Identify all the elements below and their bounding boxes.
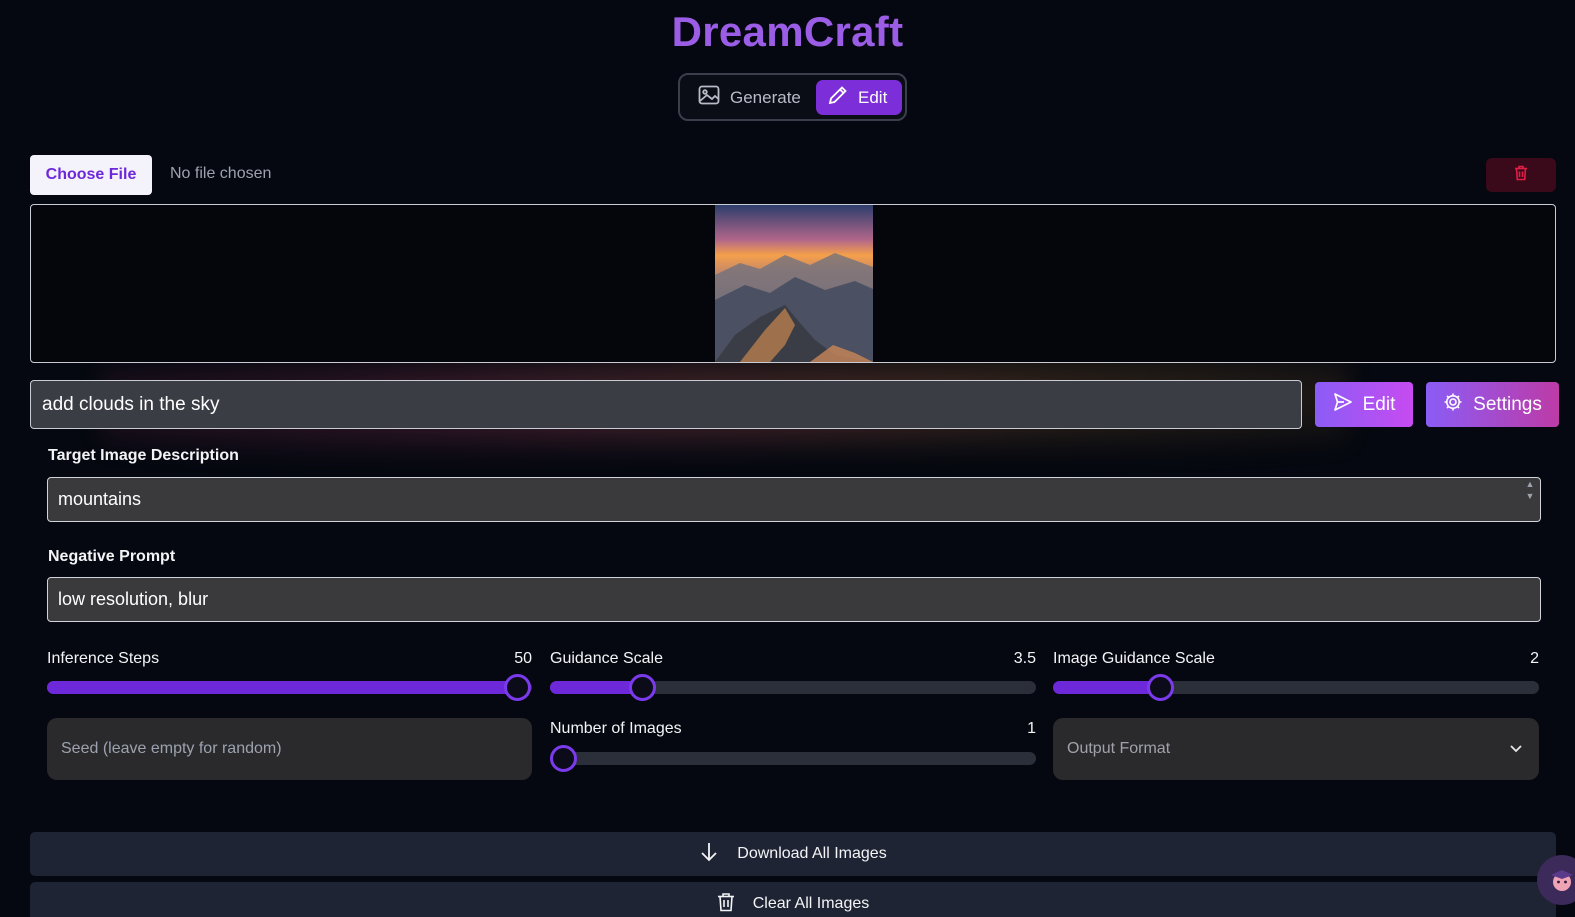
number-of-images-label: Number of Images	[550, 720, 682, 737]
arrow-down-icon	[699, 841, 719, 868]
inference-steps-value: 50	[514, 650, 532, 667]
send-icon	[1333, 392, 1353, 418]
tab-generate-label: Generate	[730, 87, 801, 107]
textarea-scroll-arrows[interactable]: ▲ ▼	[1522, 478, 1538, 518]
image-guidance-scale-thumb[interactable]	[1146, 674, 1174, 701]
image-guidance-scale-slider[interactable]	[1053, 674, 1539, 701]
uploaded-image	[715, 205, 873, 362]
tab-edit-label: Edit	[858, 87, 888, 107]
pencil-icon	[828, 85, 848, 110]
edit-submit-label: Edit	[1362, 393, 1396, 415]
negative-prompt-label: Negative Prompt	[48, 548, 176, 565]
number-of-images-thumb[interactable]	[550, 745, 577, 772]
app-title: DreamCraft	[671, 8, 904, 55]
negative-prompt-field[interactable]	[47, 577, 1541, 622]
image-guidance-scale-fill	[1053, 681, 1160, 694]
clear-all-label: Clear All Images	[752, 895, 870, 912]
inference-steps-label: Inference Steps	[47, 650, 160, 667]
guidance-scale-label: Guidance Scale	[550, 650, 663, 667]
app-root: DreamCraft Generate Edit Choose File No …	[0, 0, 1575, 917]
download-all-label: Download All Images	[737, 845, 887, 862]
target-description-label: Target Image Description	[48, 447, 239, 464]
edit-prompt-input[interactable]	[30, 380, 1302, 429]
gear-icon	[1443, 392, 1463, 418]
image-preview	[30, 204, 1556, 363]
file-status: No file chosen	[170, 165, 272, 182]
tab-generate[interactable]: Generate	[686, 80, 810, 115]
download-all-button[interactable]: Download All Images	[30, 832, 1556, 876]
edit-submit-button[interactable]: Edit	[1315, 382, 1413, 427]
choose-file-button[interactable]: Choose File	[30, 155, 152, 195]
image-guidance-scale-label: Image Guidance Scale	[1053, 650, 1215, 667]
settings-button[interactable]: Settings	[1426, 382, 1559, 427]
mode-switch: Generate Edit	[678, 73, 907, 121]
image-guidance-scale-value: 2	[1530, 650, 1539, 667]
guidance-scale-slider[interactable]	[550, 674, 1036, 701]
clear-all-button[interactable]: Clear All Images	[30, 882, 1556, 917]
output-format-placeholder: Output Format	[1067, 740, 1171, 757]
inference-steps-fill	[47, 681, 518, 694]
tab-edit[interactable]: Edit	[816, 80, 902, 115]
chevron-down-icon	[1509, 740, 1523, 758]
target-description-field[interactable]	[47, 477, 1541, 522]
inference-steps-slider[interactable]	[47, 674, 532, 701]
output-format-select[interactable]: Output Format	[1053, 718, 1539, 780]
guidance-scale-value: 3.5	[1013, 650, 1036, 667]
delete-image-button[interactable]	[1486, 158, 1556, 192]
number-of-images-slider[interactable]	[550, 745, 1036, 772]
number-of-images-value: 1	[1027, 720, 1036, 737]
trash-icon	[717, 892, 735, 917]
inference-steps-thumb[interactable]	[504, 674, 532, 701]
settings-label: Settings	[1473, 393, 1542, 415]
seed-input[interactable]	[47, 718, 532, 780]
trash-icon	[1514, 165, 1528, 186]
image-icon	[698, 85, 720, 110]
guidance-scale-thumb[interactable]	[629, 674, 657, 701]
